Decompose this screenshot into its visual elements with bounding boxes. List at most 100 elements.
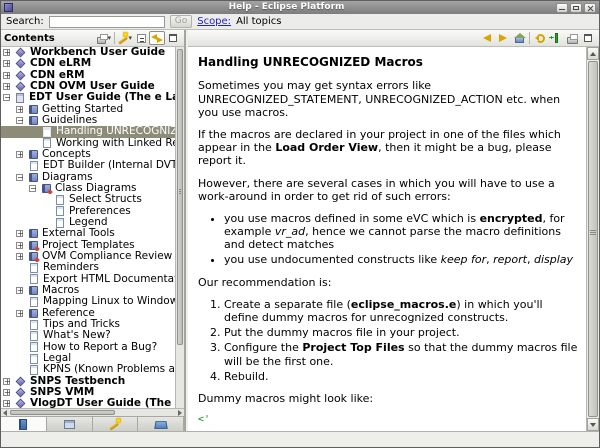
plus-expander-icon[interactable]: + [16, 309, 24, 317]
tree-item-label: Working with Linked Resources ( [56, 137, 175, 149]
tree-item[interactable]: Mapping Linux to Windows (/proj/ to [1, 296, 175, 307]
tree-item[interactable]: Legal [1, 353, 175, 364]
tree-item[interactable]: + Concepts [1, 149, 175, 160]
tree-item[interactable]: + SNPS Testbench [1, 376, 175, 387]
bookedit-icon [29, 240, 38, 250]
paragraph: However, there are several cases in whic… [198, 176, 555, 203]
plus-expander-icon[interactable]: + [3, 71, 11, 79]
tree-item[interactable]: + External Tools [1, 228, 175, 239]
content-vertical-scrollbar[interactable] [586, 47, 599, 431]
scroll-up-arrow-icon[interactable] [587, 47, 599, 60]
maximize-view-button[interactable] [165, 31, 181, 45]
plus-expander-icon[interactable]: + [16, 287, 24, 295]
plus-expander-icon[interactable]: + [3, 49, 11, 57]
minus-expander-icon[interactable]: − [16, 117, 24, 125]
tree-item-label: External Tools [42, 228, 115, 240]
search-results-tab[interactable] [92, 417, 139, 431]
plus-expander-icon[interactable]: + [3, 400, 11, 408]
bookedit-icon [29, 252, 38, 262]
tree-item[interactable]: Preferences [1, 206, 175, 217]
index-tab[interactable] [46, 417, 93, 431]
minus-expander-icon[interactable]: − [3, 94, 11, 102]
tree-item[interactable]: + CDN eRM [1, 70, 175, 81]
scrollbar-thumb[interactable] [177, 49, 183, 346]
plus-expander-icon[interactable]: + [16, 151, 24, 159]
tree-item-label: Select Structs [69, 194, 142, 206]
tree-item[interactable]: + OVM Compliance Review [1, 251, 175, 262]
minus-expander-icon[interactable]: − [29, 185, 37, 193]
scope-link[interactable]: Scope: [197, 16, 231, 27]
tree-item[interactable]: Tips and Tricks [1, 319, 175, 330]
tree-item[interactable]: − Class Diagrams [1, 183, 175, 194]
plus-expander-icon[interactable]: + [3, 60, 11, 68]
plus-expander-icon[interactable]: + [16, 230, 24, 238]
go-forward-button[interactable] [495, 31, 511, 45]
close-button[interactable] [584, 2, 596, 13]
go-back-button[interactable] [479, 31, 495, 45]
tree-item[interactable]: + Project Templates [1, 240, 175, 251]
tree-item[interactable]: + Macros [1, 285, 175, 296]
plus-expander-icon[interactable]: + [16, 241, 24, 249]
tree-item[interactable]: Select Structs [1, 194, 175, 205]
tree-item[interactable]: + VlogDT User Guide (The SystemV [1, 398, 175, 408]
tree-item[interactable]: What's New? [1, 330, 175, 341]
tree-item[interactable]: Legend [1, 217, 175, 228]
topic-toolbar [479, 31, 596, 45]
tree-item[interactable]: − Guidelines [1, 115, 175, 126]
tree-item[interactable]: + Getting Started [1, 104, 175, 115]
show-in-table-of-contents-button[interactable] [532, 31, 548, 45]
bookmarks-tab[interactable] [138, 417, 184, 431]
tree-item-label: VlogDT User Guide (The SystemV [30, 398, 175, 408]
dropdown-caret-icon: ▾ [107, 34, 111, 42]
plus-expander-icon[interactable]: + [16, 253, 24, 261]
contents-tab[interactable] [1, 417, 47, 431]
print-topic-button[interactable]: ▾ [96, 31, 112, 45]
tree-horizontal-scrollbar[interactable] [1, 408, 184, 416]
page-icon [30, 353, 38, 364]
tree-item-label: Reference [42, 307, 95, 319]
go-button[interactable]: Go [169, 15, 193, 28]
maximize-button[interactable] [570, 2, 582, 13]
print-icon [97, 33, 109, 44]
plus-expander-icon[interactable]: + [16, 105, 24, 113]
back-icon [483, 34, 491, 42]
tree-item[interactable]: + SNPS VMM [1, 387, 175, 398]
search-input[interactable] [48, 15, 165, 28]
tree-item[interactable]: + Workbench User Guide [1, 47, 175, 58]
minimize-button[interactable] [556, 2, 568, 13]
tree-item[interactable]: Export HTML Documentation [1, 274, 175, 285]
tree-item[interactable]: − Diagrams [1, 172, 175, 183]
scroll-down-arrow-icon[interactable] [587, 418, 599, 431]
page-icon [30, 319, 38, 330]
maximize-view-button[interactable] [580, 31, 596, 45]
home-button[interactable] [511, 31, 527, 45]
plus-expander-icon[interactable]: + [3, 377, 11, 385]
minus-expander-icon[interactable]: − [16, 173, 24, 181]
contents-tree: + Workbench User Guide + CDN eLRM + CDN eRM + C… [1, 47, 175, 408]
search-related-topics-button[interactable]: ▾ [117, 31, 133, 45]
tree-vertical-scrollbar[interactable] [175, 47, 184, 408]
tree-item[interactable]: + CDN OVM User Guide [1, 81, 175, 92]
wand-icon [118, 32, 128, 44]
home-icon [513, 33, 526, 43]
tree-item[interactable]: KPNS (Known Problems and Solutions [1, 364, 175, 375]
tree-item[interactable]: − EDT User Guide (The e Language) [1, 92, 175, 103]
paragraph: Sometimes you may get syntax errors like… [198, 79, 561, 119]
paragraph: Our recommendation is: [198, 275, 332, 289]
bookmark-document-button[interactable] [548, 31, 564, 45]
link-with-contents-button[interactable] [149, 31, 165, 45]
tree-item[interactable]: Working with Linked Resources ( [1, 138, 175, 149]
tree-item[interactable]: Reminders [1, 262, 175, 273]
tree-item[interactable]: EDT Builder (Internal DVT Builder) [1, 160, 175, 171]
print-page-button[interactable] [564, 31, 580, 45]
plus-expander-icon[interactable]: + [3, 83, 11, 91]
scrollbar-thumb[interactable] [588, 61, 598, 417]
tree-item[interactable]: How to Report a Bug? [1, 342, 175, 353]
tree-item[interactable]: + CDN eLRM [1, 58, 175, 69]
scrollbar-thumb[interactable] [10, 410, 115, 415]
window-title: Help - Eclipse Platform [228, 2, 345, 12]
collapse-all-button[interactable] [133, 31, 149, 45]
plus-expander-icon[interactable]: + [3, 389, 11, 397]
tree-item[interactable]: Handling UNRECOGNIZED Macros [1, 126, 175, 138]
tree-item[interactable]: + Reference [1, 308, 175, 319]
